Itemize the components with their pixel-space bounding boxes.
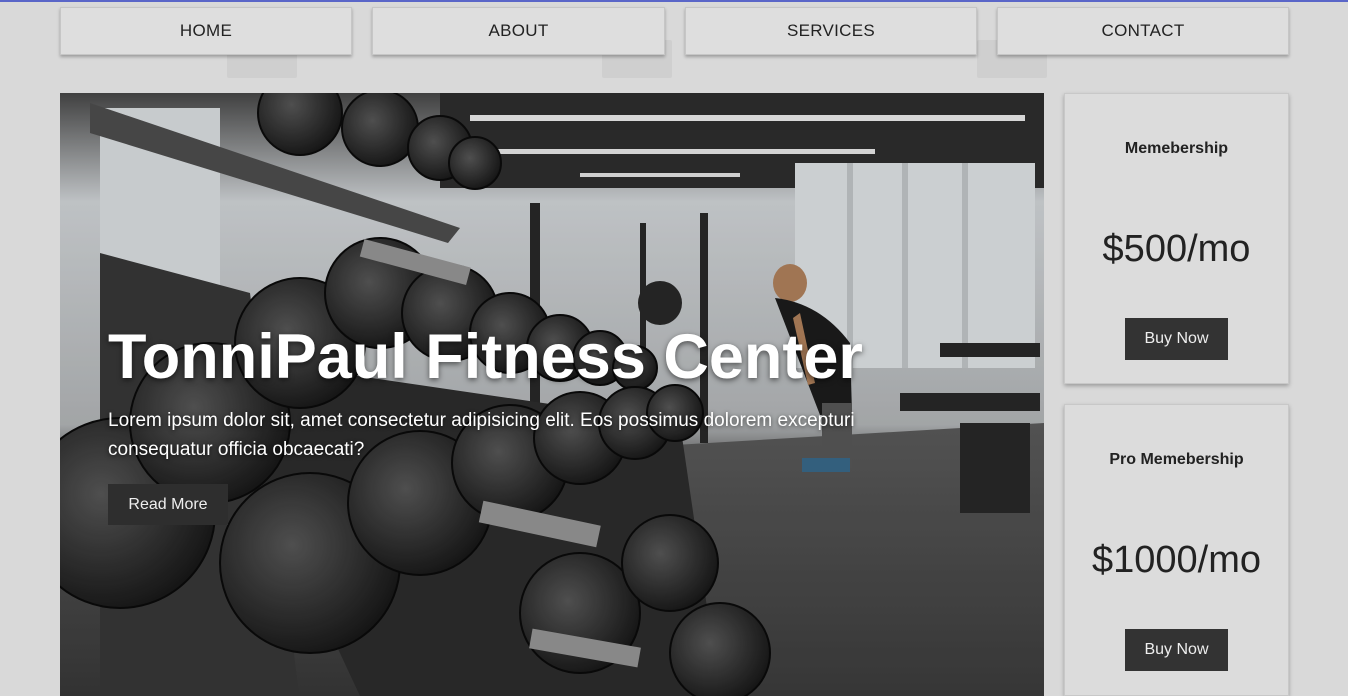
pro-membership-card: Pro Memebership $1000/mo Buy Now: [1064, 404, 1289, 696]
nav-services[interactable]: SERVICES: [685, 7, 977, 55]
nav-about[interactable]: ABOUT: [372, 7, 665, 55]
buy-now-button[interactable]: Buy Now: [1125, 318, 1228, 360]
top-accent-line: [0, 0, 1348, 2]
hero-description: Lorem ipsum dolor sit, amet consectetur …: [108, 410, 855, 460]
hero-title: TonniPaul Fitness Center: [108, 322, 863, 392]
plan-price: $500/mo: [1102, 228, 1251, 270]
nav-contact[interactable]: CONTACT: [997, 7, 1289, 55]
main-navigation: HOME ABOUT SERVICES CONTACT: [60, 7, 1290, 57]
read-more-button[interactable]: Read More: [108, 484, 228, 525]
plan-title: Memebership: [1124, 140, 1229, 157]
nav-home[interactable]: HOME: [60, 7, 352, 55]
gym-photo: [60, 93, 1044, 696]
buy-now-button[interactable]: Buy Now: [1125, 629, 1228, 671]
plan-title: Pro Memebership: [1109, 451, 1244, 468]
hero-banner: TonniPaul Fitness Center Lorem ipsum dol…: [60, 93, 1044, 696]
membership-card: Memebership $500/mo Buy Now: [1064, 93, 1289, 384]
plan-price: $1000/mo: [1091, 539, 1261, 581]
